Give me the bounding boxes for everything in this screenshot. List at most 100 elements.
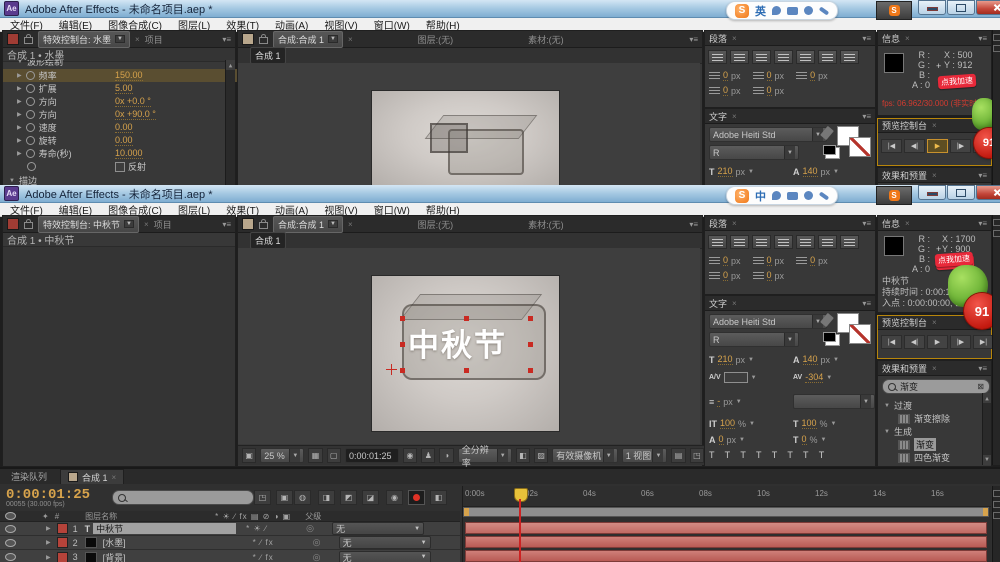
panel-menu-icon[interactable]: ▾≡ (862, 112, 871, 121)
sogou-logo-icon[interactable]: S (735, 4, 749, 18)
canvas-text[interactable]: 中秋节 (408, 320, 507, 365)
fast-preview-icon[interactable]: ◧ (516, 448, 530, 463)
close-button[interactable] (976, 185, 1000, 200)
effect-checkbox-row[interactable]: 反射 (3, 160, 239, 173)
restore-button[interactable] (947, 0, 975, 15)
panel-menu-icon[interactable]: ▾≡ (978, 34, 987, 43)
comp-breadcrumb-tab[interactable]: 合成 1 (250, 232, 286, 249)
always-preview-icon[interactable]: ▣ (242, 448, 256, 463)
tab-effect-controls[interactable]: 特效控制台: 中秋节▼ (38, 216, 139, 233)
tab-effects-presets[interactable]: 效果和预置 (882, 362, 927, 375)
tab-timeline-comp[interactable]: 合成 1 × (60, 469, 124, 484)
minimize-button[interactable] (918, 0, 946, 15)
layer-bar-2[interactable] (465, 536, 987, 548)
titlebar-bottom[interactable]: Ae Adobe After Effects - 未命名项目.aep * (0, 185, 1000, 203)
selection-handle[interactable] (528, 342, 533, 347)
effect-property-row[interactable]: ▶ 方向0x +90.0 ° (3, 108, 239, 121)
draft-3d-icon[interactable]: ▣ (276, 490, 293, 505)
tab-character[interactable]: 文字 (709, 297, 727, 310)
auto-keyframe-icon[interactable]: ◉ (386, 490, 403, 505)
align-center-button[interactable] (730, 50, 749, 64)
pickwhip-icon[interactable]: ◎ (306, 523, 332, 534)
font-style-select[interactable]: R▼ (709, 145, 799, 160)
panel-menu-icon[interactable]: ▾≡ (689, 220, 698, 229)
pickwhip-icon[interactable]: ◎ (313, 537, 339, 548)
ime-fullhalf-icon[interactable] (772, 6, 781, 15)
restore-button[interactable] (947, 185, 975, 200)
preset-group-row[interactable]: ▼过渡 (884, 399, 912, 412)
scrollbar[interactable]: ▼ (225, 60, 235, 186)
region-of-interest-icon[interactable]: ▢ (327, 448, 341, 463)
tab-effect-controls[interactable]: 特效控制台: 水墨▼ (38, 31, 130, 48)
font-style-select[interactable]: R▼ (709, 332, 799, 347)
play-button[interactable]: ▶ (927, 139, 948, 153)
grid-icon[interactable]: ▤ (671, 448, 685, 463)
layer-row-3[interactable]: ▶ 3 [背景] * ∕ fx ◎ 无▼ (0, 550, 460, 562)
show-snapshot-icon[interactable]: ♟ (421, 448, 435, 463)
layer-bar-1[interactable] (465, 522, 987, 534)
vertical-scale-field[interactable]: IT100%▼ (709, 418, 755, 429)
label-color-chip[interactable] (57, 537, 68, 548)
next-frame-button[interactable]: |▶ (950, 335, 971, 349)
viewer-timecode[interactable]: 0:00:01:25 (345, 448, 399, 463)
tab-close-icon[interactable]: × (144, 220, 149, 229)
safe-margins-icon[interactable]: ▦ (308, 448, 322, 463)
ime-keyboard-icon[interactable] (787, 7, 798, 15)
indent-right-field[interactable]: 0px (753, 255, 785, 266)
tab-footage[interactable]: 素材:(无) (528, 33, 564, 46)
indent-right-field[interactable]: 0px (753, 70, 785, 81)
visibility-toggle[interactable] (5, 553, 16, 561)
tab-close-icon[interactable]: × (135, 35, 140, 44)
panel-menu-icon[interactable]: ▾≡ (862, 34, 871, 43)
ime-keyboard-icon[interactable] (787, 192, 798, 200)
leading-field[interactable]: A140px▼ (793, 354, 839, 365)
font-size-field[interactable]: T 210px ▼ (709, 166, 754, 177)
ime-fullhalf-icon[interactable] (772, 191, 781, 200)
align-right-button[interactable] (752, 235, 771, 249)
stroke-color-swatch[interactable] (849, 324, 871, 344)
panel-menu-icon[interactable]: ▾≡ (222, 220, 231, 229)
brainstorm-icon[interactable]: ◪ (362, 490, 379, 505)
collapsed-panel-strip[interactable] (992, 30, 1000, 185)
last-frame-button[interactable]: ▶| (973, 335, 994, 349)
selection-handle[interactable] (528, 316, 533, 321)
prev-frame-button[interactable]: ◀| (904, 139, 925, 153)
layer-name[interactable]: 中秋节 (93, 523, 236, 534)
channels-icon[interactable]: ◑ (439, 448, 453, 463)
label-color-chip[interactable] (57, 552, 68, 562)
tab-project[interactable]: 项目 (154, 218, 172, 231)
parent-select[interactable]: 无▼ (332, 522, 424, 535)
sogou-tray-icon[interactable]: S (889, 5, 900, 16)
camera-select[interactable]: 有效摄像机▼ (552, 448, 617, 463)
minimize-button[interactable] (918, 185, 946, 200)
tsume-field[interactable]: T0%▼ (793, 434, 826, 445)
frame-blend-icon[interactable]: ◨ (318, 490, 335, 505)
motion-blur-icon[interactable]: ◩ (340, 490, 357, 505)
hide-shy-icon[interactable]: ◍ (294, 490, 311, 505)
sogou-ime-bar[interactable]: S 中 (726, 186, 838, 205)
align-right-button[interactable] (752, 50, 771, 64)
layer-switches[interactable]: * ∕ fx (253, 538, 313, 547)
tab-paragraph[interactable]: 段落 (709, 217, 727, 230)
comp-mini-flowchart-icon[interactable]: ◳ (254, 490, 271, 505)
preset-item-row-selected[interactable]: 渐变 (898, 438, 936, 451)
tab-close-icon[interactable]: × (732, 299, 737, 308)
ime-mode-indicator[interactable]: 中 (755, 188, 766, 204)
clear-search-icon[interactable]: ⊠ (977, 382, 984, 391)
tab-close-icon[interactable]: × (932, 121, 937, 130)
comp-viewer-top[interactable] (238, 63, 700, 186)
first-frame-button[interactable]: |◀ (881, 335, 902, 349)
layer-switches[interactable]: * ☀ ∕ (246, 524, 306, 533)
preset-group-row[interactable]: ▼生成 (884, 425, 912, 438)
sogou-tray[interactable]: S (876, 1, 912, 20)
effect-group-clipped[interactable]: ▼波形绘制 (3, 60, 227, 68)
scroll-up-icon[interactable]: ▼ (226, 60, 235, 70)
time-ruler[interactable]: 0:00s 02s 04s 06s 08s 10s 12s 14s 16s (463, 486, 991, 507)
layer-name[interactable]: [背景] (100, 552, 243, 562)
space-before-field[interactable]: 0px (709, 85, 741, 96)
default-colors-icon[interactable] (823, 332, 836, 342)
panel-menu-icon[interactable]: ▾≡ (978, 364, 987, 373)
live-update-button-active[interactable] (408, 490, 425, 505)
panel-menu-icon[interactable]: ▾≡ (978, 171, 987, 180)
tab-footage[interactable]: 素材:(无) (528, 218, 564, 231)
